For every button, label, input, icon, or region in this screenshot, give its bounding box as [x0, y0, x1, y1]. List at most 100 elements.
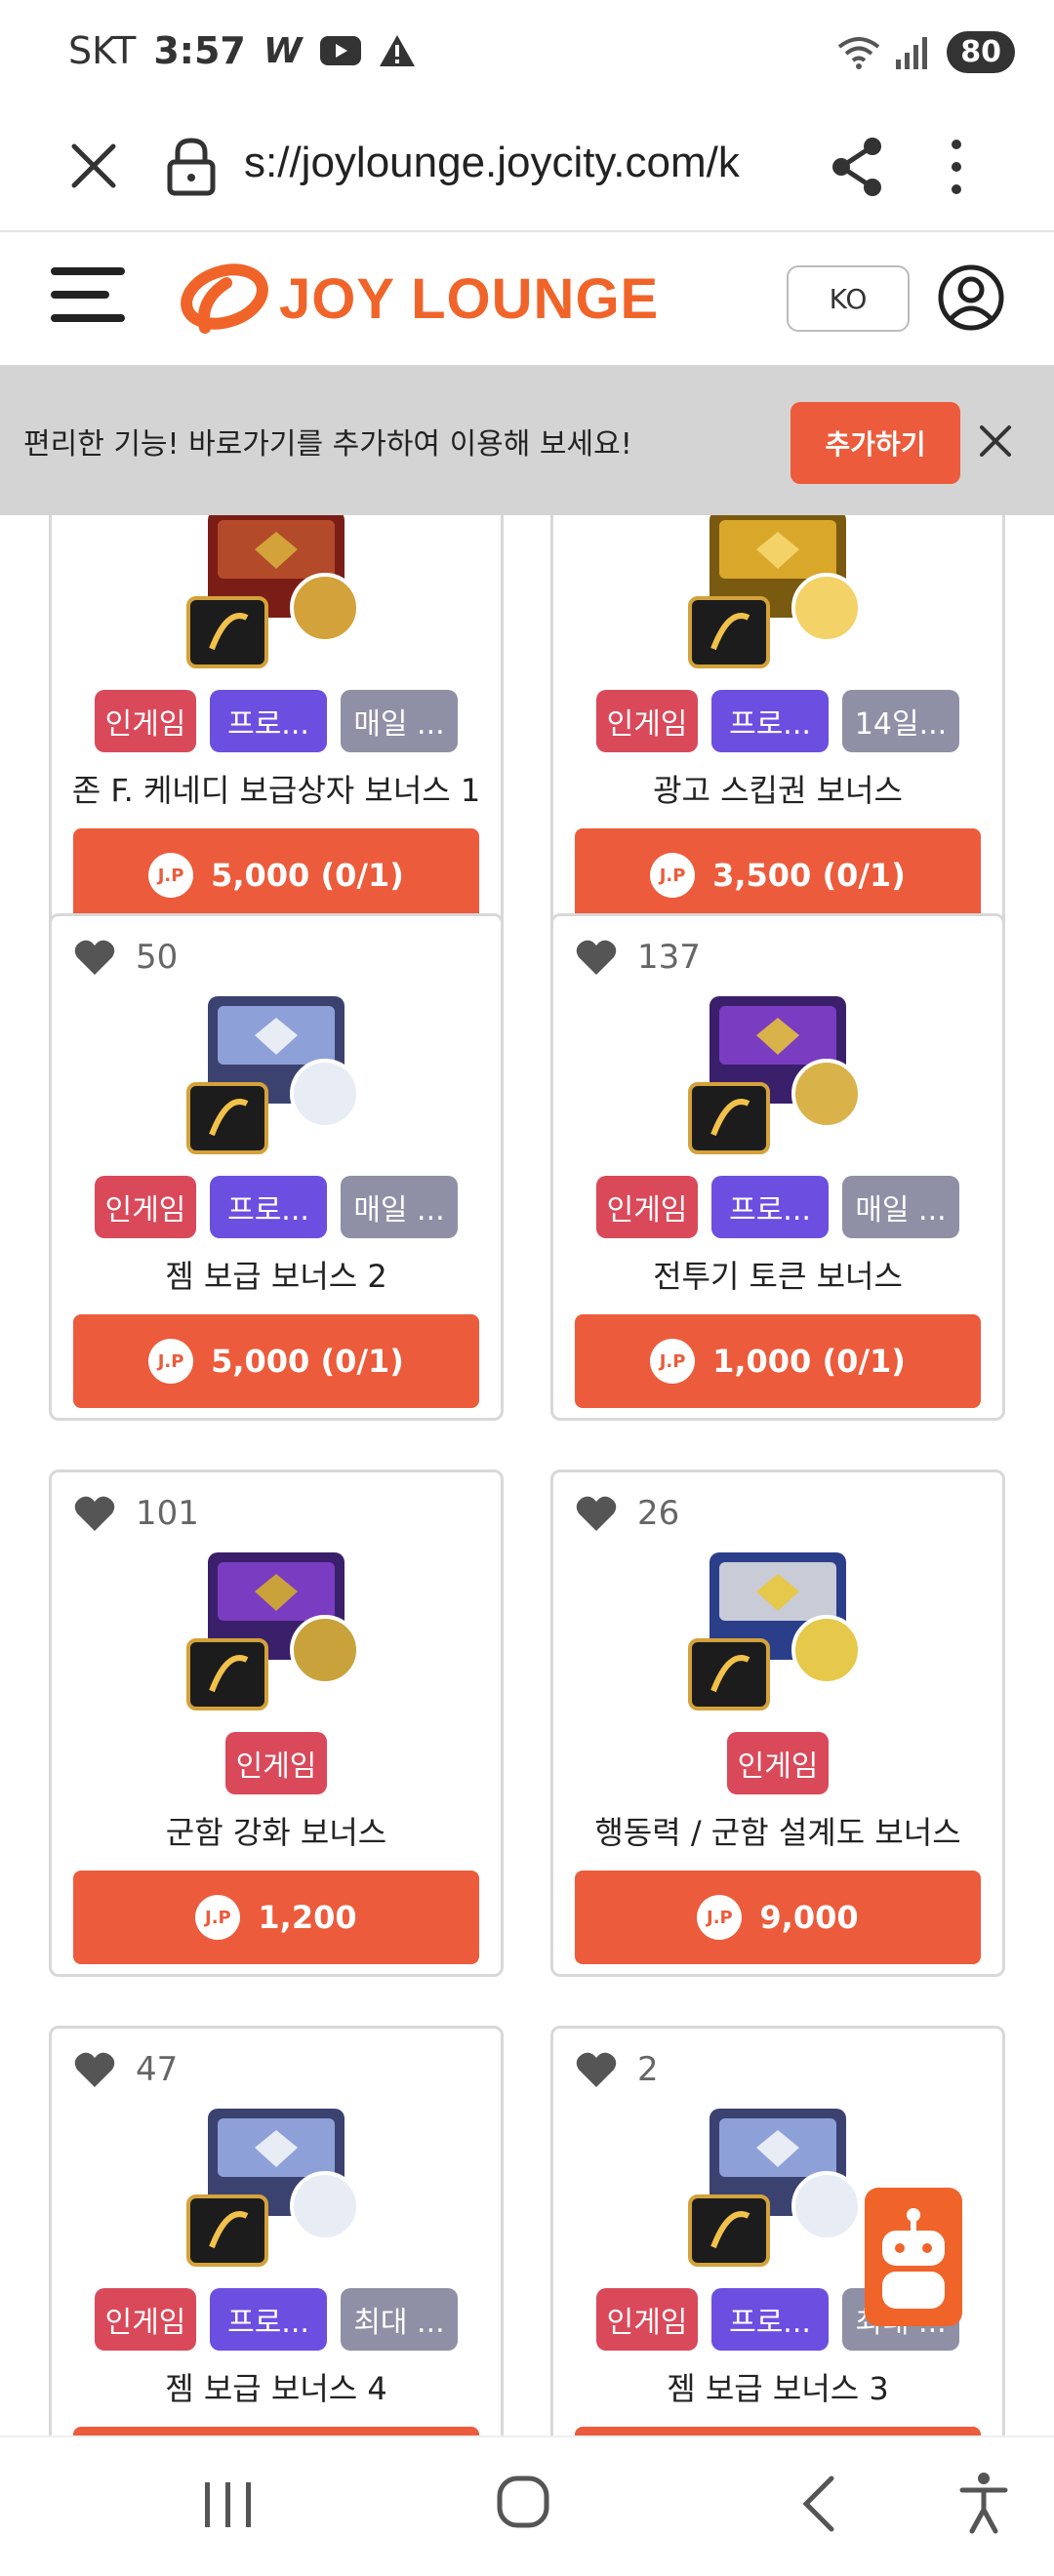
product-title: 행동력 / 군함 설계도 보너스 — [594, 1814, 961, 1851]
like-button[interactable]: 2 — [575, 2050, 659, 2089]
like-count: 2 — [637, 2050, 659, 2089]
product-tag: 매일 ... — [341, 690, 458, 752]
tag-list: 인게임 프로... 매일 ... — [553, 1176, 1002, 1238]
share-icon[interactable] — [826, 133, 888, 201]
product-tag: 프로... — [210, 2288, 327, 2351]
product-tag: 인게임 — [95, 690, 196, 752]
like-count: 26 — [637, 1494, 680, 1533]
youtube-icon — [319, 36, 361, 65]
tag-list: 인게임 — [553, 1732, 1002, 1794]
accessibility-icon[interactable] — [958, 2471, 1009, 2535]
product-tag: 프로... — [210, 1176, 327, 1238]
product-tag: 인게임 — [596, 690, 698, 752]
product-thumbnail — [680, 1523, 875, 1718]
clock: 3:57 — [153, 29, 246, 72]
product-tag: 매일 ... — [341, 1176, 458, 1238]
price-label: 5,000 (0/1) — [211, 857, 404, 894]
tag-list: 인게임프로...최대 ... — [52, 2288, 501, 2351]
logo[interactable]: JOY LOUNGE — [170, 262, 659, 336]
address-bar[interactable]: s://joylounge.joycity.com/k — [244, 139, 790, 197]
tag-list: 인게임 — [52, 1732, 501, 1794]
jp-coin-icon: J.P — [650, 1339, 696, 1384]
heart-icon — [576, 940, 617, 975]
browser-toolbar: s://joylounge.joycity.com/k — [0, 109, 1054, 232]
jp-coin-icon: J.P — [148, 1339, 194, 1384]
product-tag: 최대 ... — [341, 2288, 458, 2351]
product-thumbnail — [680, 2079, 875, 2274]
product-card[interactable]: 47 인게임프로...최대 ... 젬 보급 보너스 4 J.P — [49, 2026, 504, 2435]
purchase-button[interactable]: J.P 5,000 (0/1) — [73, 1314, 479, 1408]
product-card[interactable]: 인게임 프로... 매일 ... 존 F. 케네디 보급상자 보너스 1 J.P 5,… — [49, 515, 504, 935]
banner-message: 편리한 기능! 바로가기를 추가하여 이용해 보세요! — [23, 427, 632, 462]
like-count: 47 — [136, 2050, 179, 2089]
chatbot-icon[interactable] — [865, 2188, 962, 2326]
product-tag: 인게임 — [727, 1732, 829, 1794]
product-thumbnail — [179, 967, 374, 1162]
close-icon[interactable] — [62, 135, 125, 197]
product-title: 존 F. 케네디 보급상자 보너스 1 — [71, 772, 481, 809]
tag-list: 인게임 프로... 매일 ... — [52, 1176, 501, 1238]
price-label: 1,000 (0/1) — [712, 1343, 906, 1380]
logo-text: JOY LOUNGE — [279, 266, 660, 331]
product-tag: 인게임 — [225, 1732, 327, 1794]
price-label: 5,000 (0/1) — [211, 1343, 404, 1380]
shortcut-banner: 편리한 기능! 바로가기를 추가하여 이용해 보세요! 추가하기 — [0, 365, 1054, 515]
product-thumbnail — [179, 2079, 374, 2274]
product-title: 군함 강화 보너스 — [165, 1814, 387, 1851]
product-card[interactable]: 50 인게임 프로... 매일 ... 젬 보급 보너스 2 J.P 5,000 (0… — [49, 913, 504, 1421]
product-grid: 인게임 프로... 매일 ... 존 F. 케네디 보급상자 보너스 1 J.P 5,… — [0, 515, 1054, 2435]
product-title: 젬 보급 보너스 2 — [165, 1258, 387, 1295]
jp-coin-icon: J.P — [148, 853, 194, 898]
product-tag: 인게임 — [596, 2288, 698, 2351]
purchase-button[interactable]: J.P 9,000 — [575, 1871, 981, 1964]
tag-list: 인게임 프로... 14일... — [553, 690, 1002, 752]
user-profile-icon[interactable] — [937, 263, 1005, 332]
like-button[interactable]: 47 — [73, 2050, 178, 2089]
jp-coin-icon: J.P — [697, 1895, 743, 1940]
product-title: 젬 보급 보너스 4 — [165, 2370, 387, 2407]
battery-indicator: 80 — [947, 31, 1015, 73]
heart-icon — [74, 1496, 115, 1531]
purchase-button[interactable]: J.P 1,000 (0/1) — [575, 1314, 981, 1408]
more-vertical-icon[interactable] — [937, 133, 976, 201]
product-tag: 14일... — [842, 690, 959, 752]
banner-close-icon[interactable] — [976, 422, 1015, 461]
like-button[interactable]: 26 — [575, 1494, 679, 1533]
home-icon[interactable] — [496, 2475, 550, 2529]
heart-icon — [74, 2052, 115, 2087]
product-card[interactable]: 인게임 프로... 14일... 광고 스킵권 보너스 J.P 3,500 (0/1) — [550, 515, 1005, 935]
heart-icon — [576, 1496, 617, 1531]
product-title: 광고 스킵권 보너스 — [653, 772, 903, 809]
product-card[interactable]: 26 인게임행동력 / 군함 설계도 보너스 J.P 9,000 — [550, 1469, 1005, 1977]
price-label: 3,500 (0/1) — [712, 857, 906, 894]
product-tag: 프로... — [210, 690, 327, 752]
add-shortcut-button[interactable]: 추가하기 — [790, 402, 960, 484]
product-title: 전투기 토큰 보너스 — [653, 1258, 903, 1295]
product-thumbnail — [680, 515, 875, 676]
like-button[interactable]: 50 — [73, 938, 178, 977]
product-tag: 인게임 — [95, 2288, 196, 2351]
jp-coin-icon: J.P — [195, 1895, 241, 1940]
recents-icon[interactable] — [201, 2478, 256, 2531]
product-tag: 인게임 — [596, 1176, 698, 1238]
product-tag: 프로... — [711, 690, 829, 752]
back-icon[interactable] — [798, 2475, 837, 2533]
price-label: 9,000 — [759, 1899, 859, 1936]
purchase-button[interactable]: J.P — [73, 2427, 479, 2435]
joy-logo-icon — [181, 263, 268, 334]
language-button[interactable]: KO — [787, 265, 910, 332]
lock-icon[interactable] — [164, 135, 219, 197]
heart-icon — [74, 940, 115, 975]
purchase-button[interactable]: J.P 1,200 — [73, 1871, 479, 1964]
menu-icon[interactable] — [51, 267, 125, 330]
carrier-label: SKT — [68, 29, 137, 72]
purchase-button[interactable]: J.P 3,500 (0/1) — [575, 828, 981, 922]
status-bar: SKT 3:57 W 80 — [0, 0, 1054, 109]
site-header: JOY LOUNGE KO — [0, 232, 1054, 365]
purchase-button[interactable]: J.P 5,000 (0/1) — [73, 828, 479, 922]
product-card[interactable]: 101 인게임 군함 강화 보너스 J.P 1,200 — [49, 1469, 504, 1977]
signal-icon — [896, 36, 928, 69]
product-thumbnail — [179, 1523, 374, 1718]
purchase-button[interactable]: J.P — [575, 2427, 981, 2435]
product-card[interactable]: 137 인게임 프로... 매일 ... 전투기 토큰 보너스 J.P 1,000 (… — [550, 913, 1005, 1421]
